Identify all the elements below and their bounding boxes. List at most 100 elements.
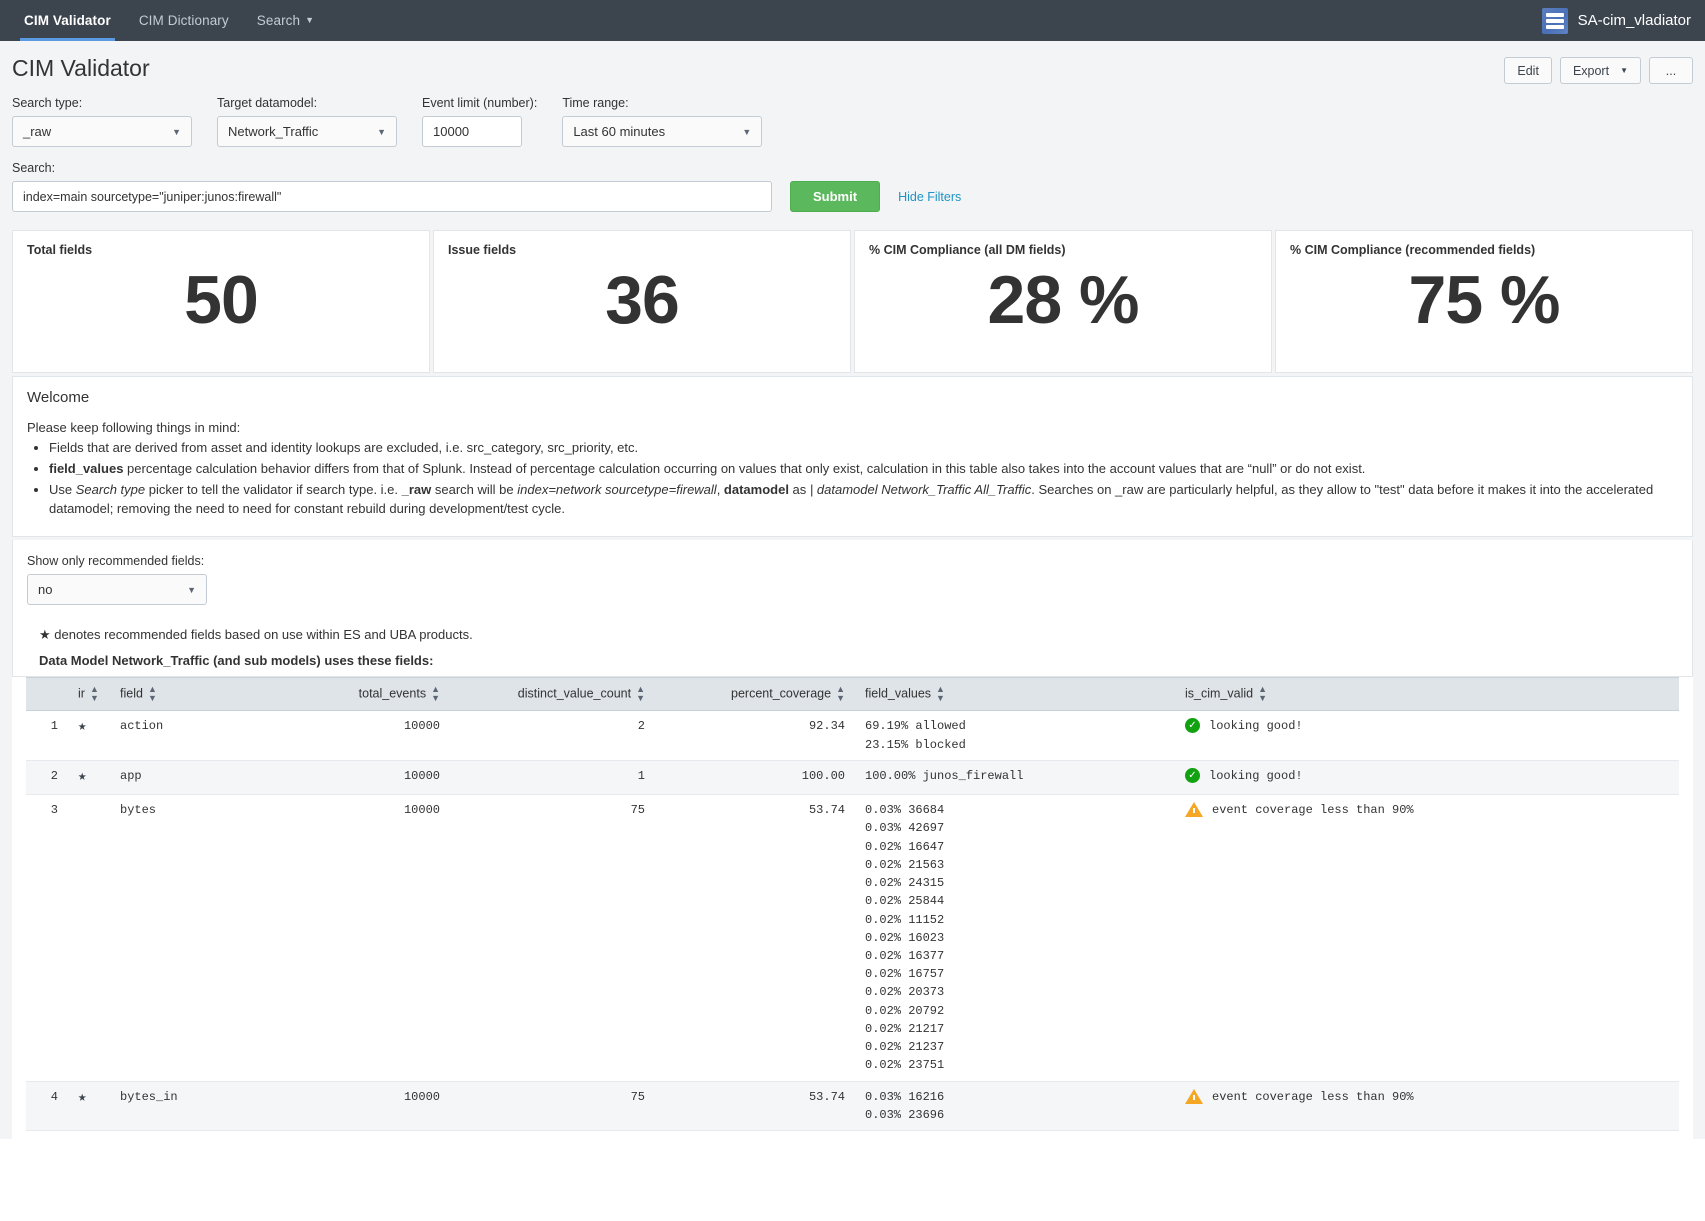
field-value-line: 0.03% 42697 — [865, 821, 945, 836]
th-field[interactable]: field ▲ ▼ — [110, 677, 315, 712]
th-label: distinct_value_count — [517, 686, 632, 701]
app-name-label: SA-cim_vladiator — [1577, 12, 1691, 29]
search-input[interactable]: index=main sourcetype="juniper:junos:fir… — [12, 181, 772, 212]
cell-recommended-star: ★ — [68, 1081, 110, 1132]
page-actions: Edit Export ▼ ... — [1504, 55, 1693, 84]
filter-bar: Search type: _raw ▼ Target datamodel: Ne… — [12, 96, 1693, 147]
cell-is-cim-valid: event coverage less than 90% — [1175, 1081, 1679, 1132]
cell-field-name: app — [110, 760, 315, 796]
b3a: Use — [49, 481, 76, 497]
cell-field-values: 100.00% junos_firewall — [855, 760, 1175, 796]
field-value-line: 0.03% 36684 — [865, 803, 945, 818]
target-datamodel-label: Target datamodel: — [217, 96, 318, 110]
cell-total-events: 10000 — [315, 760, 450, 796]
page-header: CIM Validator Edit Export ▼ ... — [12, 41, 1693, 84]
status-label: event coverage less than 90% — [1212, 803, 1414, 818]
nav-item-label: CIM Validator — [24, 13, 111, 28]
sort-icon: ▲ ▼ — [836, 684, 845, 704]
fields-table-head: ir ▲ ▼ field ▲ ▼ total_events ▲ ▼ distinct_val… — [26, 677, 1679, 712]
th-total-events[interactable]: total_events ▲ ▼ — [315, 677, 450, 712]
nav-item-cim-dictionary[interactable]: CIM Dictionary — [125, 0, 243, 41]
table-row[interactable]: 4 ★ bytes_in 10000 75 53.74 0.03% 16216 0.03% 2… — [26, 1081, 1679, 1132]
search-type-select[interactable]: _raw ▼ — [12, 116, 192, 147]
search-input-value: index=main sourcetype="juniper:junos:fir… — [23, 189, 282, 204]
show-recommended-select[interactable]: no ▼ — [27, 574, 207, 606]
b3b: picker to tell the validator if search t… — [145, 481, 402, 497]
th-index — [26, 677, 68, 712]
kpi-cim-compliance-recommended: % CIM Compliance (recommended fields) 75… — [1275, 230, 1693, 373]
edit-button[interactable]: Edit — [1504, 57, 1552, 84]
cell-field-name: bytes — [110, 794, 315, 1082]
b3i3: | datamodel Network_Traffic All_Traffic — [809, 481, 1032, 497]
status-label: looking good! — [1209, 768, 1303, 783]
welcome-panel: Welcome Please keep following things in … — [12, 376, 1693, 538]
th-label: field — [120, 686, 143, 701]
time-range-picker[interactable]: Last 60 minutes ▼ — [562, 116, 763, 147]
cell-recommended-star: ★ — [68, 760, 110, 796]
table-row[interactable]: 2 ★ app 10000 1 100.00 100.00% junos_firewall ✓… — [26, 760, 1679, 796]
cell-row-index: 3 — [26, 794, 68, 1082]
kpi-value: 50 — [184, 262, 259, 338]
th-field-values[interactable]: field_values ▲ ▼ — [855, 677, 1175, 712]
fields-table: ir ▲ ▼ field ▲ ▼ total_events ▲ ▼ distinct_val… — [26, 677, 1679, 1132]
cell-field-name: action — [110, 710, 315, 761]
submit-button[interactable]: Submit — [790, 181, 881, 212]
chevron-down-icon: ▼ — [377, 126, 386, 137]
kpi-issue-fields: Issue fields 36 — [433, 230, 851, 373]
field-value-line: 0.02% 16023 — [865, 930, 945, 945]
field-value-line: 0.03% 16216 — [865, 1089, 945, 1104]
table-row[interactable]: 3 bytes 10000 75 53.74 0.03% 36684 0.03% 42697… — [26, 794, 1679, 1082]
cell-recommended-star: ★ — [68, 710, 110, 761]
sort-icon: ▲ ▼ — [936, 684, 945, 704]
status-label: looking good! — [1209, 719, 1303, 734]
table-row[interactable]: 1 ★ action 10000 2 92.34 69.19% allowed 23.15% … — [26, 710, 1679, 761]
field-value-line: 0.02% 23751 — [865, 1058, 945, 1073]
event-limit-input[interactable]: 10000 — [422, 116, 522, 147]
b3c: search will be — [431, 481, 518, 497]
cell-distinct-value-count: 2 — [450, 710, 655, 761]
target-datamodel-select[interactable]: Network_Traffic ▼ — [217, 116, 397, 147]
nav-item-label: CIM Dictionary — [138, 13, 229, 28]
th-label: total_events — [358, 686, 427, 701]
search-line: index=main sourcetype="juniper:junos:fir… — [12, 181, 1693, 212]
chevron-down-icon: ▼ — [187, 584, 196, 595]
sort-icon: ▲ ▼ — [636, 684, 645, 704]
kpi-value: 36 — [605, 262, 680, 338]
cell-is-cim-valid: ✓ looking good! — [1175, 710, 1679, 761]
th-percent-coverage[interactable]: percent_coverage ▲ ▼ — [655, 677, 855, 712]
chevron-down-icon: ▼ — [172, 126, 181, 137]
search-label: Search: — [12, 161, 56, 175]
cell-row-index: 4 — [26, 1081, 68, 1132]
warning-triangle-icon — [1185, 1088, 1203, 1104]
field-value-line: 0.02% 16647 — [865, 839, 945, 854]
status-badge: event coverage less than 90% — [1185, 1088, 1669, 1106]
kpi-total-fields: Total fields 50 — [12, 230, 430, 373]
cell-percent-coverage: 53.74 — [655, 1081, 855, 1132]
th-distinct-value-count[interactable]: distinct_value_count ▲ ▼ — [450, 677, 655, 712]
kpi-value: 75 % — [1408, 262, 1561, 338]
th-is-cim-valid[interactable]: is_cim_valid ▲ ▼ — [1175, 677, 1679, 712]
nav-item-search[interactable]: Search ▼ — [243, 0, 328, 41]
nav-item-cim-validator[interactable]: CIM Validator — [10, 0, 125, 41]
time-range-group: Time range: Last 60 minutes ▼ — [562, 96, 763, 147]
more-options-button[interactable]: ... — [1649, 57, 1693, 84]
search-type-group: Search type: _raw ▼ — [12, 96, 192, 147]
b3i1: Search type — [75, 481, 146, 497]
welcome-heading: Welcome — [27, 389, 90, 406]
check-circle-icon: ✓ — [1185, 718, 1200, 734]
th-ir[interactable]: ir ▲ ▼ — [68, 677, 110, 712]
cell-field-values: 0.03% 16216 0.03% 23696 — [855, 1081, 1175, 1132]
field-value-line: 69.19% allowed — [865, 719, 966, 734]
cell-is-cim-valid: event coverage less than 90% — [1175, 794, 1679, 1082]
field-value-line: 0.02% 24315 — [865, 876, 945, 891]
time-range-value: Last 60 minutes — [573, 124, 666, 139]
cell-row-index: 2 — [26, 760, 68, 796]
b3i2: index=network sourcetype=firewall — [517, 481, 717, 497]
kpi-value: 28 % — [987, 262, 1140, 338]
b3bold1: _raw — [401, 481, 432, 497]
export-button[interactable]: Export ▼ — [1559, 57, 1641, 84]
show-recommended-label: Show only recommended fields: — [27, 554, 205, 569]
event-limit-group: Event limit (number): 10000 — [422, 96, 537, 147]
hide-filters-link[interactable]: Hide Filters — [898, 190, 961, 204]
cell-total-events: 10000 — [315, 710, 450, 761]
